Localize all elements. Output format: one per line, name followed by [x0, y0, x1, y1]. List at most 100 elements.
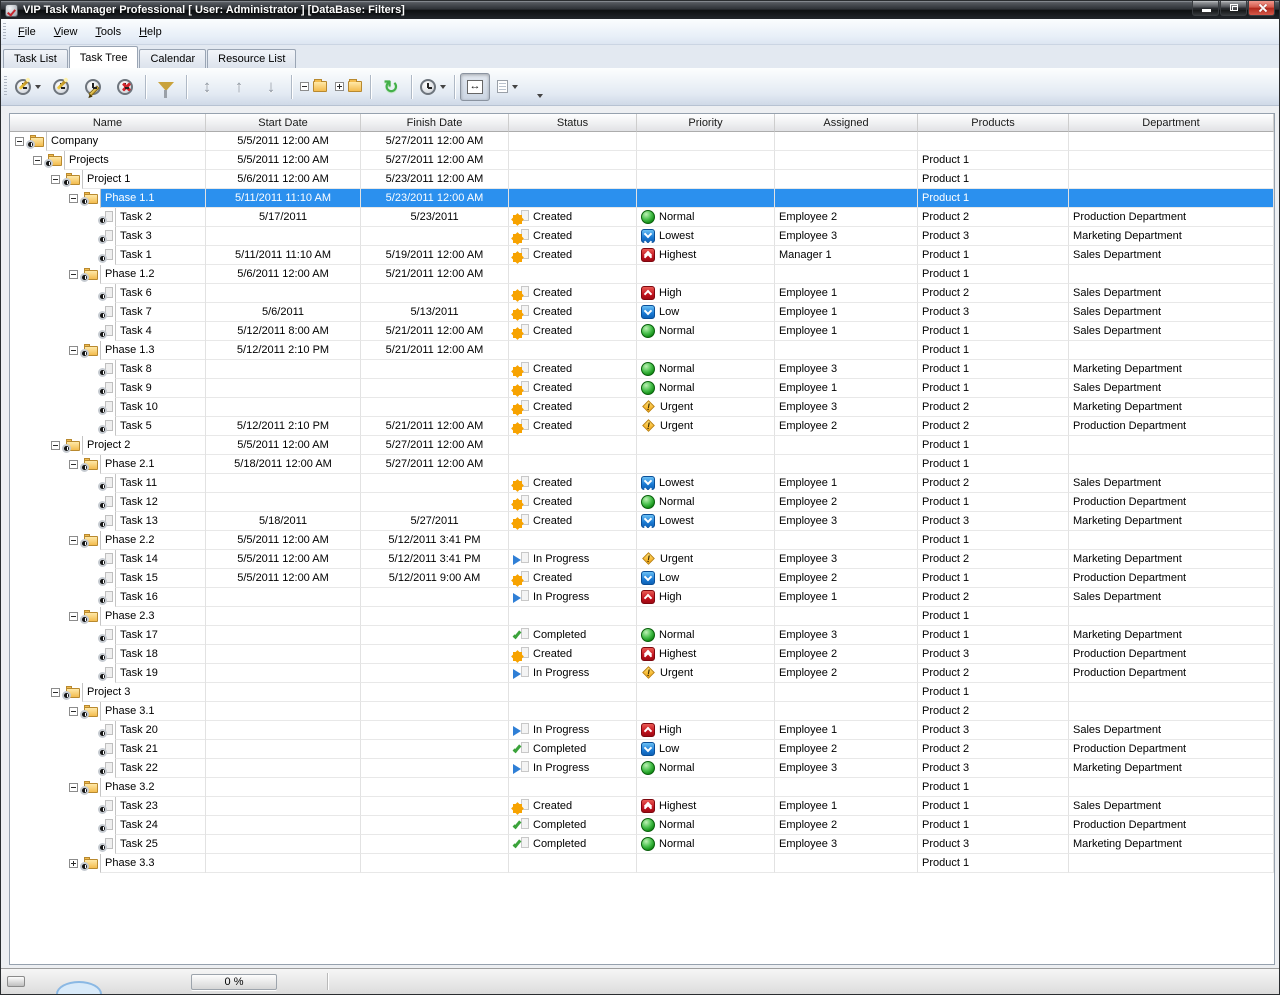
cell-status: Created: [509, 417, 637, 436]
tab-task-list[interactable]: Task List: [3, 49, 68, 68]
tree-row[interactable]: Task 3CreatedLowestEmployee 3Product 3Ma…: [10, 227, 1274, 246]
tree-row[interactable]: Task 11CreatedLowestEmployee 1Product 2S…: [10, 474, 1274, 493]
collapse-icon[interactable]: [15, 137, 24, 146]
tree-row[interactable]: Task 55/12/2011 2:10 PM5/21/2011 12:00 A…: [10, 417, 1274, 436]
cell-assigned: [775, 683, 918, 702]
move-down-button[interactable]: ↓: [256, 73, 286, 101]
delete-task-button[interactable]: [110, 73, 140, 101]
menu-help[interactable]: Help: [130, 22, 171, 42]
tree-row[interactable]: Company5/5/2011 12:00 AM5/27/2011 12:00 …: [10, 132, 1274, 151]
clock-wand-icon: [53, 79, 69, 95]
column-header-status[interactable]: Status: [509, 114, 637, 132]
refresh-button[interactable]: ↻: [376, 73, 406, 101]
tree-row[interactable]: Phase 1.15/11/2011 11:10 AM5/23/2011 12:…: [10, 189, 1274, 208]
collapse-icon[interactable]: [69, 270, 78, 279]
tree-row[interactable]: Task 25CompletedNormalEmployee 3Product …: [10, 835, 1274, 854]
close-button[interactable]: [1248, 1, 1275, 16]
tree-row[interactable]: Task 15/11/2011 11:10 AM5/19/2011 12:00 …: [10, 246, 1274, 265]
tree-row[interactable]: Task 18CreatedHighestEmployee 2Product 3…: [10, 645, 1274, 664]
cell-department: [1069, 455, 1274, 474]
tree-row[interactable]: Task 20In ProgressHighEmployee 1Product …: [10, 721, 1274, 740]
collapse-icon[interactable]: [51, 688, 60, 697]
tree-row[interactable]: Task 25/17/20115/23/2011CreatedNormalEmp…: [10, 208, 1274, 227]
menu-tools[interactable]: Tools: [86, 22, 130, 42]
tree-row[interactable]: Phase 1.35/12/2011 2:10 PM5/21/2011 12:0…: [10, 341, 1274, 360]
expand-icon[interactable]: [69, 859, 78, 868]
tree-row[interactable]: Task 45/12/2011 8:00 AM5/21/2011 12:00 A…: [10, 322, 1274, 341]
tab-resource-list[interactable]: Resource List: [207, 49, 296, 68]
tree-row[interactable]: Phase 2.15/18/2011 12:00 AM5/27/2011 12:…: [10, 455, 1274, 474]
cell-finish-date: [361, 854, 509, 873]
tree-row[interactable]: Task 135/18/20115/27/2011CreatedLowestEm…: [10, 512, 1274, 531]
cell-assigned: Employee 1: [775, 379, 918, 398]
collapse-all-button[interactable]: [297, 73, 330, 101]
cell-products: Product 1: [918, 265, 1069, 284]
collapse-icon[interactable]: [69, 194, 78, 203]
customize-columns-button[interactable]: [492, 73, 522, 101]
tree-row[interactable]: Phase 1.25/6/2011 12:00 AM5/21/2011 12:0…: [10, 265, 1274, 284]
tree-row[interactable]: Task 22In ProgressNormalEmployee 3Produc…: [10, 759, 1274, 778]
new-task-button[interactable]: [12, 73, 44, 101]
collapse-icon[interactable]: [69, 346, 78, 355]
tree-row[interactable]: Project 25/5/2011 12:00 AM5/27/2011 12:0…: [10, 436, 1274, 455]
tree-row[interactable]: Projects5/5/2011 12:00 AM5/27/2011 12:00…: [10, 151, 1274, 170]
column-header-finish-date[interactable]: Finish Date: [361, 114, 509, 132]
tree-row[interactable]: Task 23CreatedHighestEmployee 1Product 1…: [10, 797, 1274, 816]
tree-row[interactable]: Task 17CompletedNormalEmployee 3Product …: [10, 626, 1274, 645]
tree-row[interactable]: Task 75/6/20115/13/2011CreatedLowEmploye…: [10, 303, 1274, 322]
cell-finish-date: 5/23/2011 12:00 AM: [361, 170, 509, 189]
report-button[interactable]: [417, 73, 449, 101]
tree-row[interactable]: Project 3Product 1: [10, 683, 1274, 702]
tree-row[interactable]: Task 19In Progress!UrgentEmployee 2Produ…: [10, 664, 1274, 683]
menu-view[interactable]: View: [45, 22, 87, 42]
column-header-name[interactable]: Name: [10, 114, 206, 132]
tree-row[interactable]: Task 10Created!UrgentEmployee 3Product 2…: [10, 398, 1274, 417]
cell-department: Production Department: [1069, 208, 1274, 227]
tree-row[interactable]: Task 155/5/2011 12:00 AM5/12/2011 9:00 A…: [10, 569, 1274, 588]
collapse-icon[interactable]: [33, 156, 42, 165]
tree-row[interactable]: Phase 3.2Product 1: [10, 778, 1274, 797]
collapse-icon[interactable]: [69, 460, 78, 469]
sort-button[interactable]: ↕: [192, 73, 222, 101]
restore-button[interactable]: [1220, 1, 1247, 16]
collapse-icon[interactable]: [69, 536, 78, 545]
tab-calendar[interactable]: Calendar: [139, 49, 206, 68]
collapse-icon[interactable]: [51, 441, 60, 450]
edit-task-button[interactable]: [78, 73, 108, 101]
tree-row[interactable]: Phase 3.1Product 2: [10, 702, 1274, 721]
column-header-assigned[interactable]: Assigned: [775, 114, 918, 132]
tree-row[interactable]: Task 6CreatedHighEmployee 1Product 2Sale…: [10, 284, 1274, 303]
new-subtask-button[interactable]: [46, 73, 76, 101]
tree-row[interactable]: Project 15/6/2011 12:00 AM5/23/2011 12:0…: [10, 170, 1274, 189]
collapse-icon[interactable]: [69, 707, 78, 716]
toolbar-overflow-button[interactable]: [524, 87, 554, 105]
tree-row[interactable]: Task 16In ProgressHighEmployee 1Product …: [10, 588, 1274, 607]
tree-row[interactable]: Task 21CompletedLowEmployee 2Product 2Pr…: [10, 740, 1274, 759]
collapse-icon[interactable]: [69, 612, 78, 621]
filter-button[interactable]: [151, 73, 181, 101]
expand-all-button[interactable]: [332, 73, 365, 101]
fit-columns-toggle[interactable]: [460, 73, 490, 101]
status-created-icon: [513, 381, 529, 395]
menu-file[interactable]: File: [9, 22, 45, 42]
tree-row[interactable]: Phase 3.3Product 1: [10, 854, 1274, 873]
cell-start-date: [206, 854, 361, 873]
tree-row[interactable]: Task 8CreatedNormalEmployee 3Product 1Ma…: [10, 360, 1274, 379]
column-header-start-date[interactable]: Start Date: [206, 114, 361, 132]
minimize-button[interactable]: [1192, 1, 1219, 16]
tree-row[interactable]: Phase 2.3Product 1: [10, 607, 1274, 626]
tree-row[interactable]: Task 12CreatedNormalEmployee 2Product 1P…: [10, 493, 1274, 512]
move-up-button[interactable]: ↑: [224, 73, 254, 101]
tree-row[interactable]: Task 24CompletedNormalEmployee 2Product …: [10, 816, 1274, 835]
tree-row[interactable]: Phase 2.25/5/2011 12:00 AM5/12/2011 3:41…: [10, 531, 1274, 550]
tab-task-tree[interactable]: Task Tree: [69, 46, 139, 68]
collapse-icon[interactable]: [69, 783, 78, 792]
column-header-products[interactable]: Products: [918, 114, 1069, 132]
tree-row[interactable]: Task 145/5/2011 12:00 AM5/12/2011 3:41 P…: [10, 550, 1274, 569]
tree-row[interactable]: Task 9CreatedNormalEmployee 1Product 1Sa…: [10, 379, 1274, 398]
column-header-department[interactable]: Department: [1069, 114, 1274, 132]
column-header-priority[interactable]: Priority: [637, 114, 775, 132]
status-label: Created: [533, 477, 572, 489]
collapse-icon[interactable]: [51, 175, 60, 184]
cell-finish-date: [361, 645, 509, 664]
